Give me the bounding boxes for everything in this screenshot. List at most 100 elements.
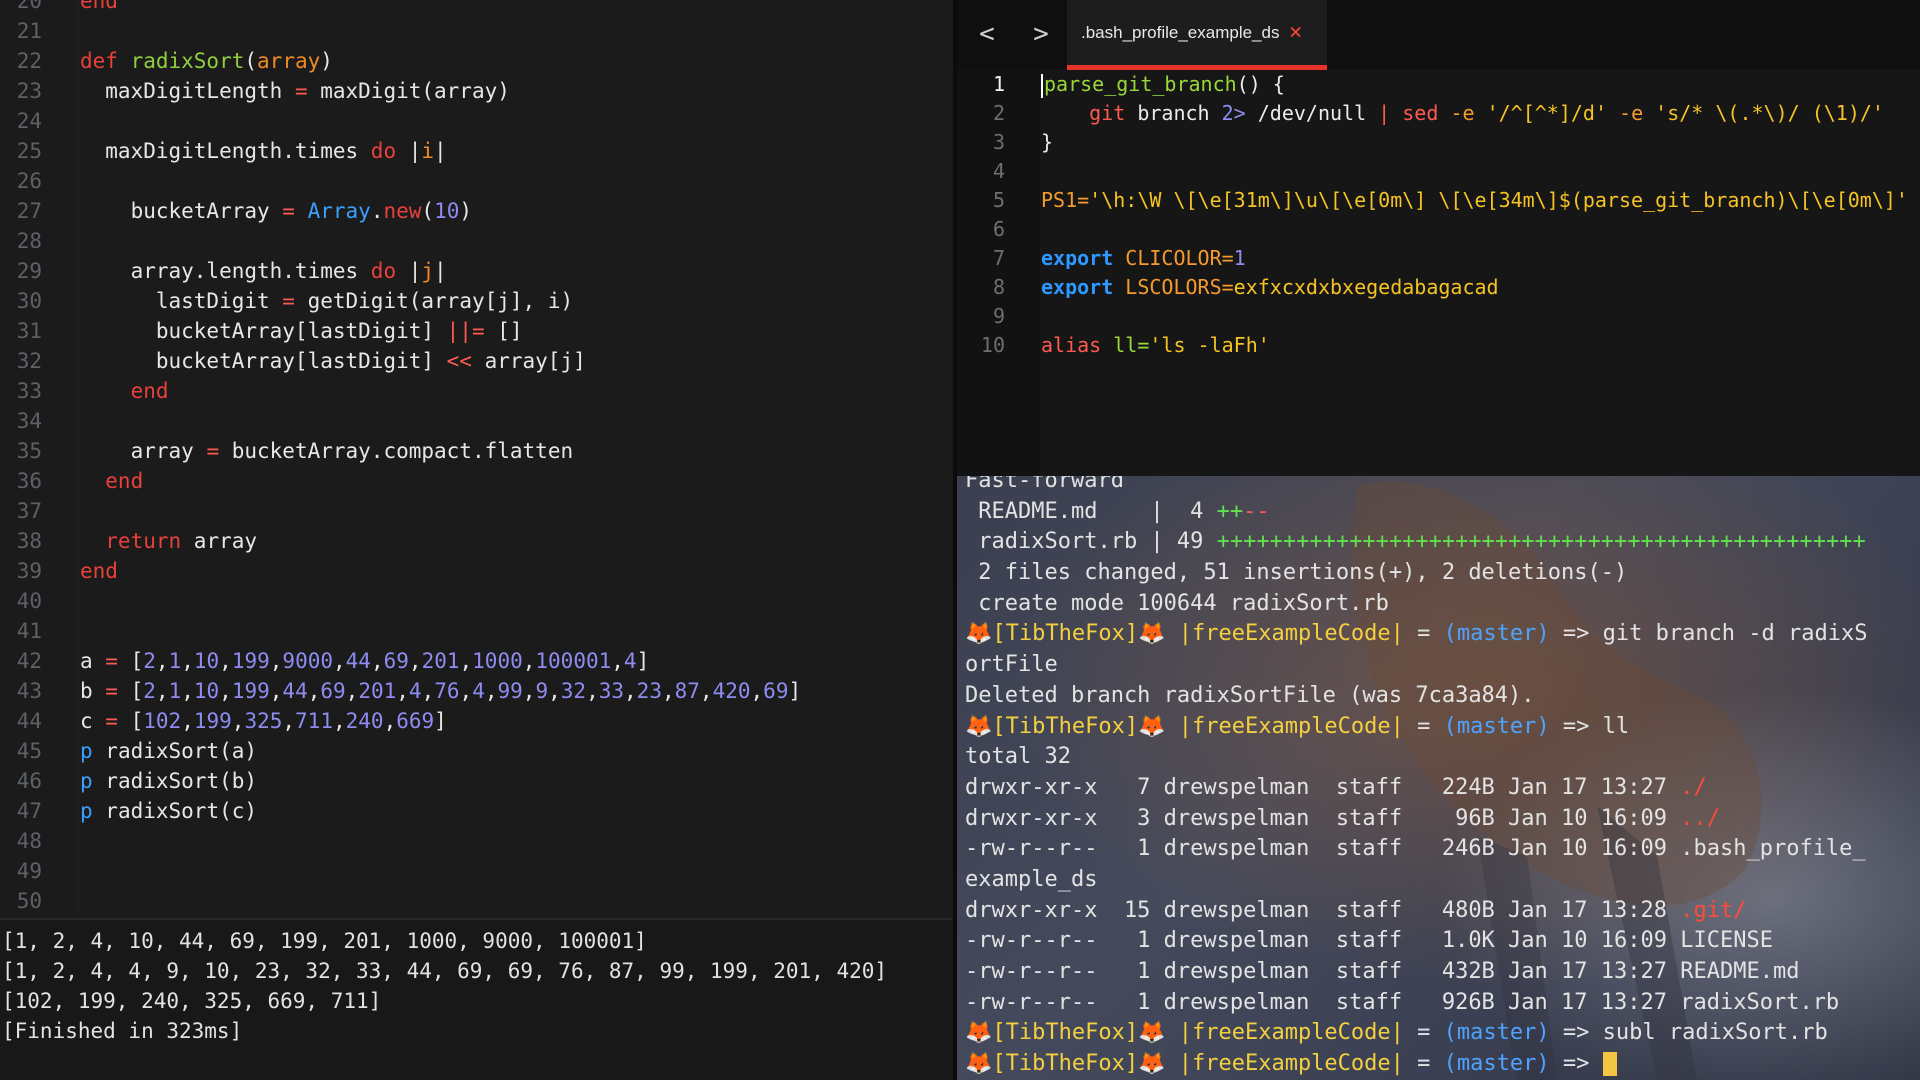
code-token: parse_git_branch (1044, 72, 1237, 96)
code-line[interactable]: 23 maxDigitLength = maxDigit(array) (0, 76, 953, 106)
terminal-token: ./ (1680, 774, 1707, 800)
terminal-line: 🦊[TibTheFox]🦊 |freeExampleCode| = (maste… (965, 1018, 1920, 1049)
code-token: , (522, 679, 536, 703)
nav-back-button[interactable]: < (965, 14, 1009, 54)
line-number: 5 (992, 188, 1005, 212)
code-line[interactable]: 2 git branch 2> /dev/null | sed -e '/^[^… (957, 99, 1920, 128)
code-line[interactable]: 41 (0, 616, 953, 646)
code-line[interactable]: 22 def radixSort(array) (0, 46, 953, 76)
code-line[interactable]: 47 p radixSort(c) (0, 796, 953, 826)
code-token: , (624, 679, 637, 703)
close-icon[interactable]: × (1289, 20, 1302, 45)
code-token: 669 (396, 709, 435, 733)
code-line[interactable]: 20 end (0, 0, 953, 16)
code-token: radixSort(b) (92, 769, 258, 793)
code-line[interactable]: 38 return array (0, 526, 953, 556)
code-line[interactable]: 10 alias ll='ls -laFh' (957, 331, 1920, 360)
terminal-token: -rw-r--r-- 1 drewspelman staff 926B Jan … (965, 989, 1840, 1015)
code-line[interactable]: 28 (0, 226, 953, 256)
nav-forward-button[interactable]: > (1019, 14, 1063, 54)
code-token: radixSort(a) (92, 739, 258, 763)
bash-code-area[interactable]: 1 parse_git_branch() {2 git branch 2> /de… (957, 70, 1920, 360)
code-line[interactable]: 42 a = [2,1,10,199,9000,44,69,201,1000,10… (0, 646, 953, 676)
code-token: = (206, 439, 220, 463)
code-line[interactable]: 8 export LSCOLORS=exfxcxdxbxegedabagacad (957, 273, 1920, 302)
code-token: bucketArray[lastDigit] (80, 319, 447, 343)
code-token: , (282, 709, 296, 733)
left-editor-pane[interactable]: 20 end 21 22 def radixSort(array) 23 maxDigit… (0, 0, 953, 1080)
code-line[interactable]: 39 end (0, 556, 953, 586)
code-line[interactable]: 48 (0, 826, 953, 856)
code-line[interactable]: 46 p radixSort(b) (0, 766, 953, 796)
code-token: , (155, 649, 169, 673)
code-line[interactable]: 27 bucketArray = Array.new(10) (0, 196, 953, 226)
code-line[interactable]: 29 array.length.times do |j| (0, 256, 953, 286)
code-token: 33 (598, 679, 625, 703)
code-line[interactable]: 26 (0, 166, 953, 196)
code-token: 69 (763, 679, 789, 703)
code-line[interactable]: 9 (957, 302, 1920, 331)
tab-bash-profile[interactable]: .bash_profile_example_ds × (1067, 0, 1327, 70)
code-token: '\h:\W \[\e[31m\]\u\[\e[0m\] \[\e[34m\]$… (1089, 188, 1908, 212)
terminal-line: drwxr-xr-x 7 drewspelman staff 224B Jan … (965, 773, 1920, 804)
code-line[interactable]: 33 end (0, 376, 953, 406)
terminal-pane[interactable]: Fast-forward README.md | 4 ++-- radixSor… (957, 476, 1920, 1080)
terminal-token: drwxr-xr-x 15 drewspelman staff 480B Jan… (965, 897, 1681, 923)
code-line[interactable]: 50 (0, 886, 953, 916)
code-token: , (408, 649, 422, 673)
terminal-line: example_ds (965, 865, 1920, 896)
line-number: 24 (16, 109, 42, 133)
code-line[interactable]: 4 (957, 157, 1920, 186)
terminal-token: ++ (1216, 498, 1244, 524)
code-token: 99 (497, 679, 523, 703)
code-token: . (370, 199, 384, 223)
code-line[interactable]: 31 bucketArray[lastDigit] ||= [] (0, 316, 953, 346)
code-line[interactable]: 25 maxDigitLength.times do |i| (0, 136, 953, 166)
terminal-token: 🦊[TibTheFox]🦊 (965, 1051, 1179, 1077)
line-code: p radixSort(b) (80, 766, 257, 796)
right-editor-pane[interactable]: < > .bash_profile_example_ds × 1 parse_gi… (957, 0, 1920, 476)
code-token: | (434, 259, 447, 283)
code-line[interactable]: 35 array = bucketArray.compact.flatten (0, 436, 953, 466)
code-line[interactable]: 34 (0, 406, 953, 436)
code-line[interactable]: 3} (957, 128, 1920, 157)
code-token: = (105, 649, 118, 673)
terminal-line: drwxr-xr-x 3 drewspelman staff 96B Jan 1… (965, 804, 1920, 835)
code-token: , (181, 649, 194, 673)
code-line[interactable]: 5 PS1='\h:\W \[\e[31m\]\u\[\e[0m\] \[\e[3… (957, 186, 1920, 215)
code-line[interactable]: 49 (0, 856, 953, 886)
code-line[interactable]: 37 (0, 496, 953, 526)
line-code: end (80, 556, 118, 586)
terminal-token: ../ (1680, 805, 1720, 831)
code-token: array (181, 529, 258, 553)
terminal-token: -rw-r--r-- 1 drewspelman staff 1.0K Jan … (965, 928, 1773, 954)
code-token: , (333, 649, 346, 673)
code-token: Array (307, 199, 371, 223)
line-number: 48 (16, 829, 42, 853)
code-token: 9000 (282, 649, 333, 673)
code-line[interactable]: 44 c = [102,199,325,711,240,669] (0, 706, 953, 736)
code-line[interactable]: 32 bucketArray[lastDigit] << array[j] (0, 346, 953, 376)
terminal-token: create mode 100644 radixSort.rb (965, 590, 1389, 616)
code-line[interactable]: 36 end (0, 466, 953, 496)
line-code: array.length.times do |j| (80, 256, 447, 286)
code-token: = (294, 79, 308, 103)
code-line[interactable]: 43 b = [2,1,10,199,44,69,201,4,76,4,99,9,… (0, 676, 953, 706)
code-line[interactable]: 45 p radixSort(a) (0, 736, 953, 766)
code-line[interactable]: 7 export CLICOLOR=1 (957, 244, 1920, 273)
code-line[interactable]: 21 (0, 16, 953, 46)
code-line[interactable]: 6 (957, 215, 1920, 244)
line-number: 9 (992, 304, 1005, 328)
ruby-code-area[interactable]: 20 end 21 22 def radixSort(array) 23 maxDigit… (0, 0, 953, 916)
line-number: 33 (16, 379, 42, 403)
code-line[interactable]: 30 lastDigit = getDigit(array[j], i) (0, 286, 953, 316)
terminal-output[interactable]: Fast-forward README.md | 4 ++-- radixSor… (965, 476, 1920, 1080)
code-token: ( (421, 199, 435, 223)
terminal-token: -- (1243, 498, 1270, 524)
code-line[interactable]: 24 (0, 106, 953, 136)
code-token: array (257, 49, 321, 73)
code-line[interactable]: 40 (0, 586, 953, 616)
terminal-line: README.md | 4 ++-- (965, 497, 1920, 528)
code-line[interactable]: 1 parse_git_branch() { (957, 70, 1920, 99)
build-output-panel[interactable]: [1, 2, 4, 10, 44, 69, 199, 201, 1000, 90… (0, 918, 953, 1080)
